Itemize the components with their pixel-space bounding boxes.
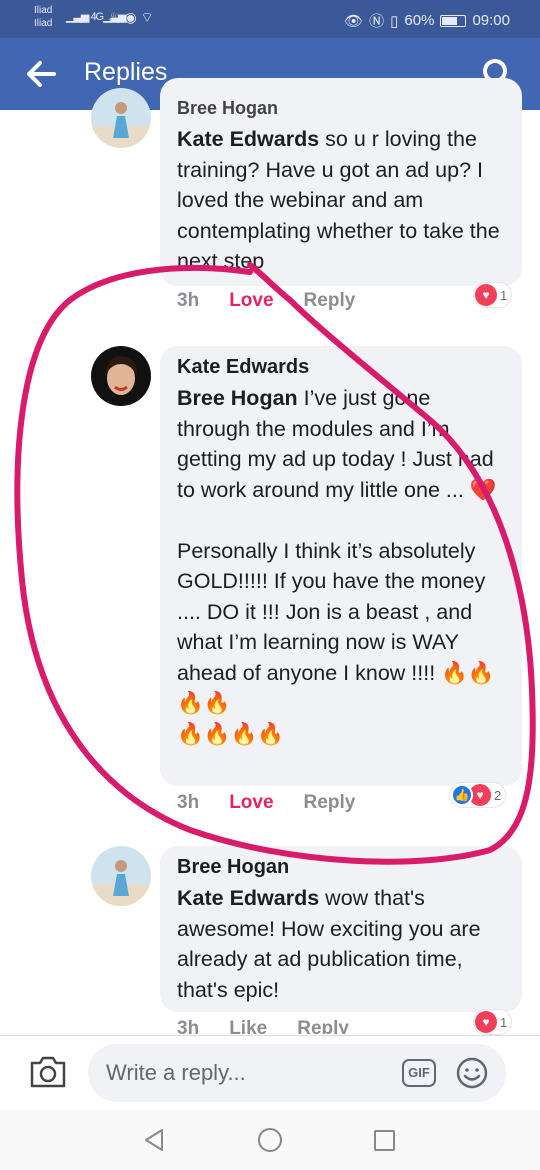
reaction-summary[interactable]: 👍 ♥ 2 (450, 783, 506, 807)
reaction-count: 1 (500, 287, 508, 303)
gif-button[interactable]: GIF (402, 1059, 436, 1087)
love-button[interactable]: Love (229, 290, 273, 312)
mention-link[interactable]: Kate Edwards (177, 886, 319, 910)
nav-recents-icon[interactable] (374, 1130, 395, 1151)
emoji-icon[interactable] (455, 1056, 489, 1090)
carrier-2: Iliad (34, 18, 53, 29)
comment-author[interactable]: Bree Hogan (177, 98, 278, 119)
avatar[interactable] (91, 846, 151, 906)
nav-back-icon[interactable] (142, 1128, 166, 1152)
mention-link[interactable]: Kate Edwards (177, 127, 319, 151)
comment-body: I’ve just gone through the modules and I… (177, 386, 497, 746)
comment-time: 3h (177, 1018, 200, 1034)
reply-button[interactable]: Reply (304, 290, 356, 312)
reply-placeholder: Write a reply... (106, 1060, 246, 1085)
battery-icon (440, 14, 467, 27)
comment-text: Kate Edwards so u r loving the training?… (177, 124, 506, 277)
heart-icon: ♥ (475, 1011, 497, 1033)
reply-button[interactable]: Reply (297, 1018, 349, 1034)
comment-actions: 3h Love Reply (177, 792, 385, 814)
comment-actions: 3h Love Reply (177, 290, 385, 312)
status-bar: Iliad Iliad ▁▃▅ 4G▁▃▅ ♨ ◉ ⌔ 👁 Ⓝ ▯ 60% 09… (0, 0, 540, 38)
notification-icons: ♨ ◉ ⌔ (108, 9, 154, 25)
thumbs-up-icon: 👍 (451, 784, 473, 806)
reply-input[interactable]: Write a reply... GIF (88, 1044, 506, 1102)
comment-time: 3h (177, 290, 200, 311)
reaction-summary[interactable]: ♥ 1 (474, 1010, 512, 1034)
reply-button[interactable]: Reply (304, 792, 356, 814)
vibrate-icon: ▯ (390, 12, 399, 30)
reaction-count: 2 (494, 787, 502, 803)
comment-actions: 3h Like Reply (177, 1018, 379, 1034)
battery-percent: 60% (404, 12, 435, 29)
page-title: Replies (84, 58, 168, 86)
comment-text: Kate Edwards wow that's awesome! How exc… (177, 883, 506, 1005)
camera-icon[interactable] (28, 1055, 68, 1089)
reply-composer: Write a reply... GIF (0, 1035, 540, 1110)
network-label: 4G (90, 11, 104, 23)
nfc-icon: Ⓝ (369, 13, 385, 30)
reaction-summary[interactable]: ♥ 1 (474, 283, 512, 307)
carrier-labels: Iliad Iliad (34, 4, 52, 30)
comment-author[interactable]: Bree Hogan (177, 856, 506, 879)
comment-bubble: Bree Hogan Kate Edwards so u r loving th… (160, 78, 522, 286)
system-nav-bar (0, 1110, 540, 1170)
clock: 09:00 (472, 12, 510, 29)
like-button[interactable]: Like (229, 1018, 267, 1034)
eye-icon: 👁 (344, 12, 364, 30)
comment-time: 3h (177, 792, 200, 813)
avatar[interactable] (91, 346, 151, 406)
status-right: 👁 Ⓝ ▯ 60% 09:00 (344, 10, 510, 31)
nav-home-icon[interactable] (258, 1128, 282, 1152)
mention-link[interactable]: Bree Hogan (177, 386, 298, 410)
heart-icon: ♥ (475, 284, 497, 306)
arrow-left-icon[interactable] (26, 60, 56, 88)
reaction-count: 1 (500, 1014, 508, 1030)
comment-bubble: Kate Edwards Bree Hogan I’ve just gone t… (160, 346, 522, 786)
comment-text: Bree Hogan I’ve just gone through the mo… (177, 383, 506, 749)
comment-author[interactable]: Kate Edwards (177, 356, 506, 379)
avatar[interactable] (91, 88, 151, 148)
carrier-1: Iliad (34, 5, 53, 16)
love-button[interactable]: Love (229, 792, 273, 814)
comment-bubble: Bree Hogan Kate Edwards wow that's aweso… (160, 846, 522, 1012)
